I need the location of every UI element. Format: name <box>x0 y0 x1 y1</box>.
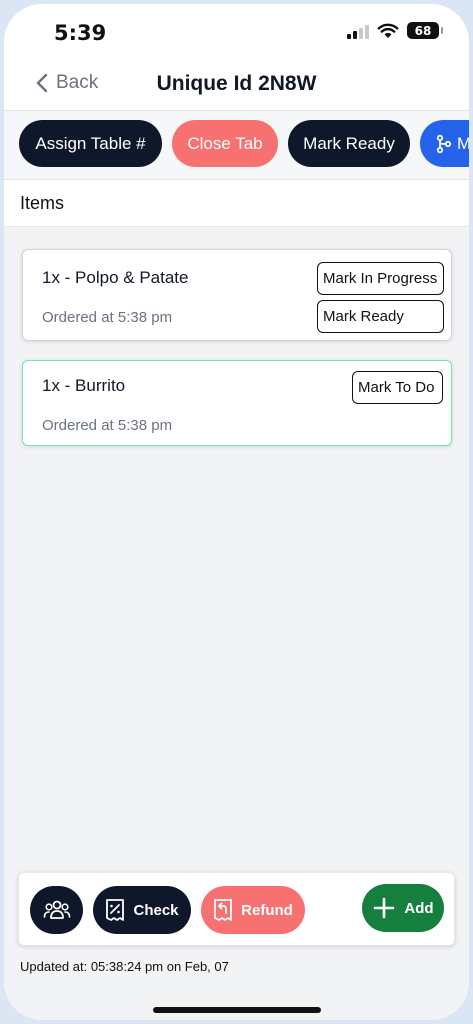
page-title: Unique Id 2N8W <box>156 72 317 95</box>
item-name: 1x - Burrito <box>42 376 126 395</box>
receipt-percent-icon <box>106 899 125 921</box>
mark-in-progress-button[interactable]: Mark In Progress <box>317 262 444 295</box>
assign-table-button[interactable]: Assign Table # <box>19 120 162 167</box>
merge-label: M <box>457 133 469 153</box>
bottom-action-bar: Check Refund Add <box>18 872 455 946</box>
merge-button[interactable]: M <box>420 120 469 167</box>
item-name: 1x - Polpo & Patate <box>42 268 189 287</box>
wifi-icon <box>377 23 399 38</box>
plus-icon <box>374 897 395 919</box>
cellular-signal-icon <box>347 23 369 39</box>
item-ordered-time: Ordered at 5:38 pm <box>42 417 173 434</box>
mark-ready-button[interactable]: Mark Ready <box>288 120 410 167</box>
mark-ready-item-button[interactable]: Mark Ready <box>317 300 444 333</box>
phone-screen: 5:39 68 Back Unique Id 2N8W Assign Table… <box>4 4 469 1020</box>
add-button[interactable]: Add <box>362 884 444 932</box>
close-tab-button[interactable]: Close Tab <box>172 120 278 167</box>
people-icon <box>43 900 70 919</box>
status-time: 5:39 <box>54 21 107 45</box>
actions-bar[interactable]: Assign Table # Close Tab Mark Ready M <box>4 111 469 179</box>
updated-timestamp: Updated at: 05:38:24 pm on Feb, 07 <box>20 959 229 974</box>
receipt-refund-icon <box>214 899 233 921</box>
home-indicator[interactable] <box>153 1007 321 1013</box>
item-card: 1x - Burrito Ordered at 5:38 pm Mark To … <box>22 360 452 446</box>
item-ordered-time: Ordered at 5:38 pm <box>42 309 173 326</box>
status-icons: 68 <box>347 22 443 39</box>
items-title: Items <box>20 192 65 213</box>
check-button[interactable]: Check <box>93 886 191 934</box>
item-card: 1x - Polpo & Patate Ordered at 5:38 pm M… <box>22 249 452 341</box>
battery-icon: 68 <box>407 22 443 39</box>
mark-to-do-button[interactable]: Mark To Do <box>352 371 443 404</box>
refund-label: Refund <box>241 901 293 919</box>
add-label: Add <box>404 899 434 917</box>
branch-icon <box>436 134 452 153</box>
check-label: Check <box>133 901 179 919</box>
guests-button[interactable] <box>30 886 83 934</box>
items-section-header: Items <box>4 180 469 226</box>
items-divider <box>4 226 469 227</box>
refund-button[interactable]: Refund <box>201 886 305 934</box>
